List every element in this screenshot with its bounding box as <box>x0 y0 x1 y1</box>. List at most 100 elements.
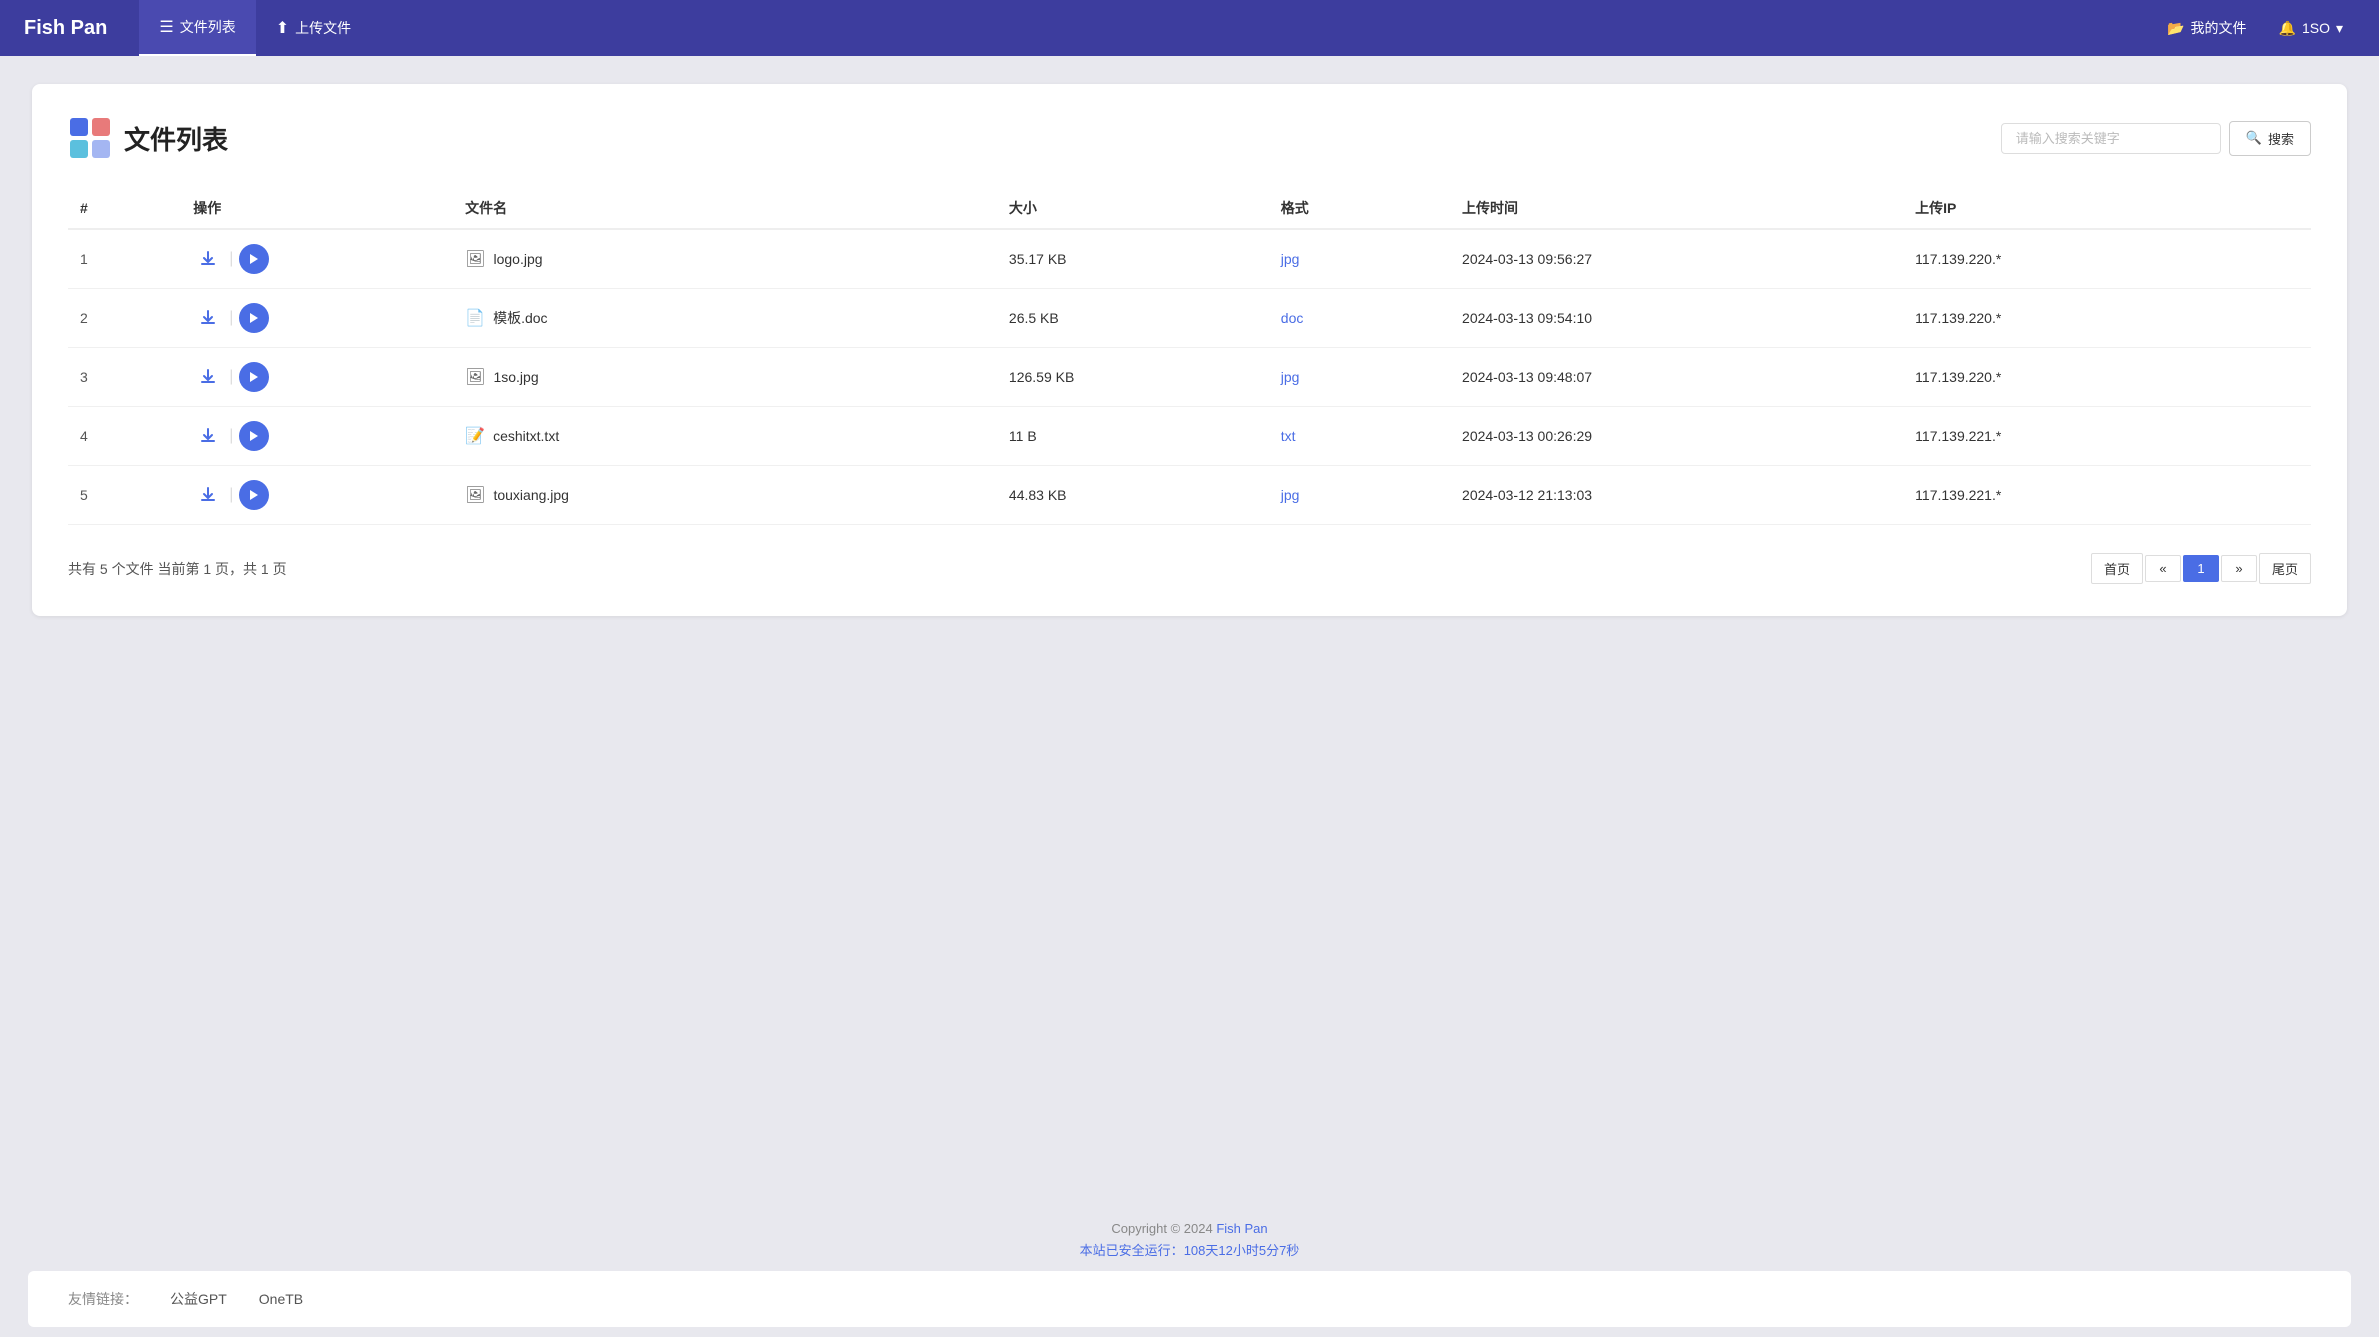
my-files-label: 我的文件 <box>2191 18 2247 38</box>
links-bar: 友情链接： 公益GPT OneTB <box>28 1271 2351 1327</box>
cell-time: 2024-03-13 09:56:27 <box>1450 229 1903 289</box>
link-gpt[interactable]: 公益GPT <box>170 1289 227 1309</box>
cell-filename: 🖼 touxiang.jpg <box>453 466 997 525</box>
cell-ip: 117.139.221.* <box>1903 466 2311 525</box>
copyright-text: Copyright © 2024 <box>1111 1221 1216 1236</box>
col-header-ip: 上传IP <box>1903 188 2311 229</box>
pagination-last[interactable]: 尾页 <box>2259 553 2311 584</box>
table-row: 1 | 🖼 logo.jpg <box>68 229 2311 289</box>
col-header-name: 文件名 <box>453 188 997 229</box>
cell-num: 2 <box>68 289 181 348</box>
main-content: 文件列表 🔍 搜索 # 操作 文件名 大小 格式 上传时间 <box>0 56 2379 1201</box>
file-name-cell: 📝 ceshitxt.txt <box>465 426 985 446</box>
col-header-time: 上传时间 <box>1450 188 1903 229</box>
download-btn[interactable] <box>193 362 223 392</box>
file-name-cell: 🖼 logo.jpg <box>465 249 985 269</box>
links-label: 友情链接： <box>68 1289 138 1309</box>
cell-format: jpg <box>1269 466 1450 525</box>
download-btn[interactable] <box>193 244 223 274</box>
pagination-current[interactable]: 1 <box>2183 555 2219 582</box>
filename-text: logo.jpg <box>493 251 542 267</box>
format-badge[interactable]: doc <box>1281 310 1304 326</box>
cell-filename: 🖼 1so.jpg <box>453 348 997 407</box>
table-row: 5 | 🖼 touxiang.jpg <box>68 466 2311 525</box>
action-divider: | <box>229 310 233 326</box>
cell-actions: | <box>181 466 453 525</box>
table-body: 1 | 🖼 logo.jpg <box>68 229 2311 525</box>
table-row: 3 | 🖼 1so.jpg <box>68 348 2311 407</box>
cell-actions: | <box>181 348 453 407</box>
cell-num: 3 <box>68 348 181 407</box>
folder-open-icon: 📂 <box>2167 20 2184 37</box>
cell-actions: | <box>181 229 453 289</box>
navbar: Fish Pan ☰ 文件列表 ⬆ 上传文件 📂 我的文件 🔔 1SO ▾ <box>0 0 2379 56</box>
format-badge[interactable]: txt <box>1281 428 1296 444</box>
pagination: 首页 « 1 » 尾页 <box>2091 553 2311 584</box>
table-row: 2 | 📄 模板.doc <box>68 289 2311 348</box>
bell-icon: 🔔 <box>2279 20 2296 37</box>
format-badge[interactable]: jpg <box>1281 369 1300 385</box>
file-list-card: 文件列表 🔍 搜索 # 操作 文件名 大小 格式 上传时间 <box>32 84 2347 616</box>
view-btn[interactable] <box>239 480 269 510</box>
cell-time: 2024-03-13 09:48:07 <box>1450 348 1903 407</box>
link-onetb[interactable]: OneTB <box>259 1291 303 1307</box>
search-input[interactable] <box>2001 123 2221 154</box>
filename-text: 1so.jpg <box>493 369 538 385</box>
view-btn[interactable] <box>239 303 269 333</box>
nav-file-list-label: 文件列表 <box>180 17 236 37</box>
fishpan-page-icon <box>68 116 112 160</box>
cell-time: 2024-03-12 21:13:03 <box>1450 466 1903 525</box>
view-btn[interactable] <box>239 244 269 274</box>
pagination-prev[interactable]: « <box>2145 555 2181 582</box>
uptime-prefix: 本站已安全运行： <box>1080 1243 1184 1258</box>
pagination-first[interactable]: 首页 <box>2091 553 2143 584</box>
cell-size: 11 B <box>997 407 1269 466</box>
cell-actions: | <box>181 407 453 466</box>
file-type-icon: 🖼 <box>465 367 485 387</box>
file-name-cell: 🖼 1so.jpg <box>465 367 985 387</box>
file-type-icon: 🖼 <box>465 485 485 505</box>
view-btn[interactable] <box>239 421 269 451</box>
file-type-icon: 📄 <box>465 308 485 328</box>
user-menu-btn[interactable]: 🔔 1SO ▾ <box>2267 16 2355 41</box>
download-btn[interactable] <box>193 480 223 510</box>
download-btn[interactable] <box>193 303 223 333</box>
cell-num: 1 <box>68 229 181 289</box>
cell-size: 26.5 KB <box>997 289 1269 348</box>
nav-file-list[interactable]: ☰ 文件列表 <box>139 0 255 56</box>
action-cell: | <box>193 303 441 333</box>
table-summary: 共有 5 个文件 当前第 1 页，共 1 页 <box>68 559 287 579</box>
uptime: 本站已安全运行：108天12小时5分7秒 <box>0 1240 2379 1259</box>
user-label: 1SO <box>2302 20 2330 36</box>
cell-actions: | <box>181 289 453 348</box>
action-cell: | <box>193 480 441 510</box>
my-files-btn[interactable]: 📂 我的文件 <box>2155 14 2258 42</box>
file-type-icon: 📝 <box>465 426 485 446</box>
action-cell: | <box>193 362 441 392</box>
cell-num: 5 <box>68 466 181 525</box>
navbar-right: 📂 我的文件 🔔 1SO ▾ <box>2155 14 2355 42</box>
cell-filename: 📝 ceshitxt.txt <box>453 407 997 466</box>
action-divider: | <box>229 251 233 267</box>
cell-format: jpg <box>1269 348 1450 407</box>
nav-upload-label: 上传文件 <box>295 18 351 38</box>
list-icon: ☰ <box>159 17 173 37</box>
table-header: # 操作 文件名 大小 格式 上传时间 上传IP <box>68 188 2311 229</box>
format-badge[interactable]: jpg <box>1281 487 1300 503</box>
file-name-cell: 🖼 touxiang.jpg <box>465 485 985 505</box>
search-button[interactable]: 🔍 搜索 <box>2229 121 2311 156</box>
cell-ip: 117.139.220.* <box>1903 289 2311 348</box>
download-btn[interactable] <box>193 421 223 451</box>
cell-format: jpg <box>1269 229 1450 289</box>
file-table: # 操作 文件名 大小 格式 上传时间 上传IP 1 <box>68 188 2311 525</box>
pagination-next[interactable]: » <box>2221 555 2257 582</box>
format-badge[interactable]: jpg <box>1281 251 1300 267</box>
filename-text: touxiang.jpg <box>493 487 569 503</box>
table-row: 4 | 📝 ceshitxt.txt <box>68 407 2311 466</box>
upload-icon: ⬆ <box>276 18 289 38</box>
cell-filename: 📄 模板.doc <box>453 289 997 348</box>
cell-ip: 117.139.221.* <box>1903 407 2311 466</box>
cell-num: 4 <box>68 407 181 466</box>
view-btn[interactable] <box>239 362 269 392</box>
nav-upload[interactable]: ⬆ 上传文件 <box>256 0 371 56</box>
